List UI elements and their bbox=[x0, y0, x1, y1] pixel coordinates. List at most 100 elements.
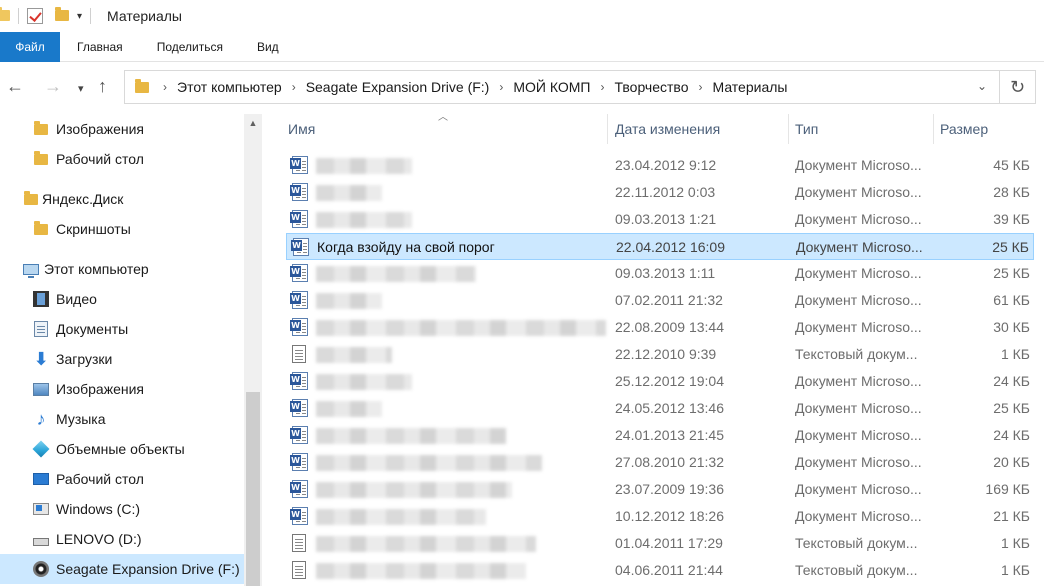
chevron-right-icon[interactable]: › bbox=[163, 80, 167, 94]
table-row[interactable]: 25.12.2012 19:04 Документ Microso... 24 КБ bbox=[286, 368, 1034, 395]
chevron-right-icon[interactable]: › bbox=[292, 80, 296, 94]
nav-item-desktop[interactable]: Рабочий стол bbox=[0, 464, 244, 494]
chevron-right-icon[interactable]: › bbox=[699, 80, 703, 94]
drive-icon bbox=[32, 530, 50, 548]
column-header-type[interactable]: Тип bbox=[789, 114, 934, 144]
table-row[interactable]: 10.12.2012 18:26 Документ Microso... 21 КБ bbox=[286, 503, 1034, 530]
redacted-file-name bbox=[316, 401, 382, 417]
tab-home[interactable]: Главная bbox=[60, 32, 140, 62]
table-row[interactable]: 22.08.2009 13:44 Документ Microso... 30 КБ bbox=[286, 314, 1034, 341]
new-folder-icon[interactable] bbox=[55, 7, 69, 24]
table-row[interactable]: 23.07.2009 19:36 Документ Microso... 169 К… bbox=[286, 476, 1034, 503]
breadcrumb-seagate[interactable]: Seagate Expansion Drive (F:) bbox=[306, 79, 490, 95]
recent-locations-chevron-icon[interactable]: ▾ bbox=[78, 79, 84, 99]
file-type: Документ Microso... bbox=[795, 481, 922, 497]
file-size: 25 КБ bbox=[992, 239, 1029, 255]
word-document-icon bbox=[290, 507, 308, 525]
file-list: ︿ Имя Дата изменения Тип Размер 23.04.20… bbox=[272, 114, 1044, 586]
nav-item-desktop-quick[interactable]: Рабочий стол bbox=[0, 144, 244, 174]
table-row[interactable]: 04.06.2011 21:44 Текстовый докум... 1 КБ bbox=[286, 557, 1034, 584]
text-document-icon bbox=[292, 534, 306, 552]
nav-item-documents[interactable]: Документы bbox=[0, 314, 244, 344]
back-arrow-icon[interactable]: ← bbox=[6, 76, 24, 96]
nav-item-lenovo-d[interactable]: LENOVO (D:) bbox=[0, 524, 244, 554]
word-document-icon bbox=[290, 264, 308, 282]
tab-view[interactable]: Вид bbox=[240, 32, 296, 62]
nav-item-windows-c[interactable]: Windows (C:) bbox=[0, 494, 244, 524]
tab-file[interactable]: Файл bbox=[0, 32, 60, 62]
redacted-file-name bbox=[316, 455, 542, 471]
file-date: 22.04.2012 16:09 bbox=[616, 239, 725, 255]
downloads-icon: ⬇ bbox=[33, 349, 49, 369]
word-document-icon bbox=[291, 238, 309, 256]
table-row[interactable]: 23.04.2012 9:12 Документ Microso... 45 КБ bbox=[286, 152, 1034, 179]
nav-item-music[interactable]: ♪ Музыка bbox=[0, 404, 244, 434]
breadcrumb-my-comp[interactable]: МОЙ КОМП bbox=[513, 79, 590, 95]
address-bar[interactable]: › Этот компьютер › Seagate Expansion Dri… bbox=[124, 70, 1000, 104]
column-header-date[interactable]: Дата изменения bbox=[609, 114, 789, 144]
table-row[interactable]: 27.08.2010 21:32 Документ Microso... 20 КБ bbox=[286, 449, 1034, 476]
nav-item-yandex-disk[interactable]: Яндекс.Диск bbox=[0, 184, 244, 214]
scroll-up-arrow-icon[interactable]: ▲ bbox=[244, 114, 262, 132]
file-date: 27.08.2010 21:32 bbox=[615, 454, 724, 470]
computer-icon bbox=[22, 260, 40, 278]
table-row[interactable]: 24.01.2013 21:45 Документ Microso... 24 КБ bbox=[286, 422, 1034, 449]
nav-item-label: Windows (C:) bbox=[56, 501, 141, 517]
forward-arrow-icon[interactable]: → bbox=[44, 76, 62, 96]
nav-item-screenshots[interactable]: Скриншоты bbox=[0, 214, 244, 244]
file-size: 169 КБ bbox=[985, 481, 1030, 497]
pictures-icon bbox=[32, 380, 50, 398]
file-date: 22.11.2012 0:03 bbox=[615, 184, 716, 200]
yandex-disk-icon bbox=[22, 190, 40, 208]
title-bar: ▾ Материалы bbox=[0, 0, 1044, 32]
nav-item-video[interactable]: Видео bbox=[0, 284, 244, 314]
file-type: Документ Microso... bbox=[796, 239, 923, 255]
table-row[interactable]: 07.02.2011 21:32 Документ Microso... 61 КБ bbox=[286, 287, 1034, 314]
tab-share[interactable]: Поделиться bbox=[140, 32, 240, 62]
word-document-icon bbox=[290, 372, 308, 390]
redacted-file-name bbox=[316, 536, 536, 552]
nav-item-3d-objects[interactable]: Объемные объекты bbox=[0, 434, 244, 464]
chevron-right-icon[interactable]: › bbox=[499, 80, 503, 94]
breadcrumb-this-pc[interactable]: Этот компьютер bbox=[177, 79, 282, 95]
file-type: Документ Microso... bbox=[795, 373, 922, 389]
file-type: Документ Microso... bbox=[795, 265, 922, 281]
table-row[interactable]: 09.03.2013 1:21 Документ Microso... 39 КБ bbox=[286, 206, 1034, 233]
file-type: Текстовый докум... bbox=[795, 562, 918, 578]
customize-toolbar-dropdown-icon[interactable]: ▾ bbox=[77, 11, 82, 22]
table-row[interactable]: 09.03.2013 1:11 Документ Microso... 25 КБ bbox=[286, 260, 1034, 287]
file-size: 25 КБ bbox=[993, 400, 1030, 416]
file-date: 01.04.2011 17:29 bbox=[615, 535, 723, 551]
table-row[interactable]: 24.05.2012 13:46 Документ Microso... 25 КБ bbox=[286, 395, 1034, 422]
table-row[interactable]: Когда взойду на свой порог 22.04.2012 16:… bbox=[286, 233, 1034, 260]
file-type: Документ Microso... bbox=[795, 211, 922, 227]
up-arrow-icon[interactable]: ↑ bbox=[98, 76, 107, 96]
scrollbar-thumb[interactable] bbox=[246, 392, 260, 586]
file-date: 10.12.2012 18:26 bbox=[615, 508, 724, 524]
nav-item-label: Скриншоты bbox=[56, 221, 131, 237]
column-header-size[interactable]: Размер bbox=[934, 114, 1034, 144]
nav-item-this-pc[interactable]: Этот компьютер bbox=[0, 254, 244, 284]
nav-item-pictures-quick[interactable]: Изображения bbox=[0, 114, 244, 144]
refresh-icon[interactable]: ↻ bbox=[1000, 70, 1036, 104]
nav-item-downloads[interactable]: ⬇ Загрузки bbox=[0, 344, 244, 374]
column-header-name[interactable]: Имя bbox=[282, 114, 608, 144]
breadcrumb-creativity[interactable]: Творчество bbox=[614, 79, 688, 95]
file-name: Когда взойду на свой порог bbox=[317, 239, 495, 255]
ribbon-tabs: Файл Главная Поделиться Вид bbox=[0, 32, 1044, 62]
file-date: 23.04.2012 9:12 bbox=[615, 157, 717, 173]
file-date: 09.03.2013 1:11 bbox=[615, 265, 716, 281]
table-row[interactable]: 22.11.2012 0:03 Документ Microso... 28 КБ bbox=[286, 179, 1034, 206]
chevron-down-icon[interactable]: ⌄ bbox=[977, 79, 987, 93]
chevron-right-icon[interactable]: › bbox=[600, 80, 604, 94]
nav-pane-scrollbar[interactable]: ▲ bbox=[244, 114, 262, 586]
nav-item-seagate-f[interactable]: Seagate Expansion Drive (F:) bbox=[0, 554, 244, 584]
redacted-file-name bbox=[316, 293, 382, 309]
properties-checkmark-icon[interactable] bbox=[27, 8, 43, 24]
table-row[interactable]: 01.04.2011 17:29 Текстовый докум... 1 КБ bbox=[286, 530, 1034, 557]
breadcrumb-materials[interactable]: Материалы bbox=[713, 79, 788, 95]
table-row[interactable]: 22.12.2010 9:39 Текстовый докум... 1 КБ bbox=[286, 341, 1034, 368]
file-date: 24.01.2013 21:45 bbox=[615, 427, 724, 443]
redacted-file-name bbox=[316, 158, 412, 174]
nav-item-pictures[interactable]: Изображения bbox=[0, 374, 244, 404]
